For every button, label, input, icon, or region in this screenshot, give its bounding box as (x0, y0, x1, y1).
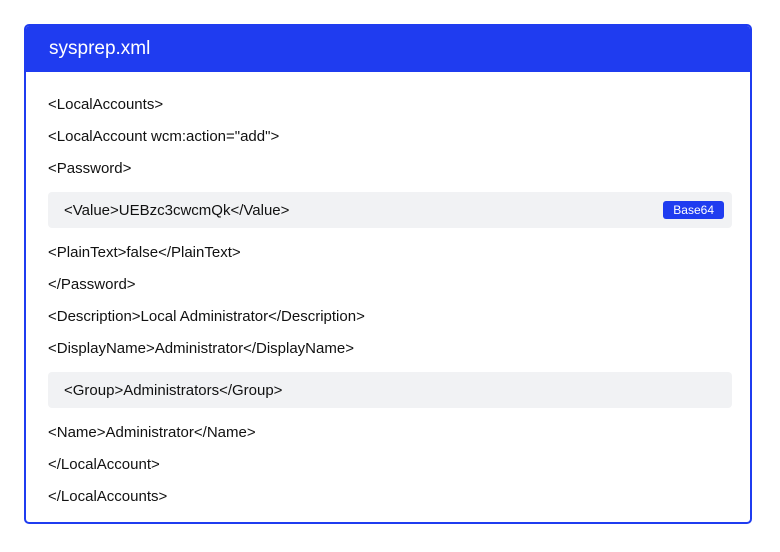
highlighted-line-group: <Group>Administrators</Group> (48, 372, 732, 408)
code-line-local-account-open: <LocalAccount wcm:action="add"> (48, 128, 280, 145)
xml-file-card: sysprep.xml <LocalAccounts> <LocalAccoun… (24, 24, 752, 524)
code-line-local-account-close: </LocalAccount> (48, 456, 160, 473)
code-line-local-accounts-open: <LocalAccounts> (48, 96, 164, 113)
code-line-group: <Group>Administrators</Group> (64, 381, 283, 399)
highlighted-line-value: <Value>UEBzc3cwcmQk</Value> Base64 (48, 192, 732, 228)
code-line-password-open: <Password> (48, 160, 132, 177)
code-line-name: <Name>Administrator</Name> (48, 424, 256, 441)
code-line-password-close: </Password> (48, 276, 136, 293)
code-line-local-accounts-close: </LocalAccounts> (48, 488, 168, 505)
code-line-description: <Description>Local Administrator</Descri… (48, 308, 365, 325)
file-title: sysprep.xml (49, 38, 151, 59)
base64-badge: Base64 (663, 201, 724, 219)
code-line-value: <Value>UEBzc3cwcmQk</Value> (64, 201, 290, 219)
code-line-display-name: <DisplayName>Administrator</DisplayName> (48, 340, 354, 357)
code-line-plaintext: <PlainText>false</PlainText> (48, 244, 241, 261)
file-title-bar: sysprep.xml (26, 26, 750, 72)
